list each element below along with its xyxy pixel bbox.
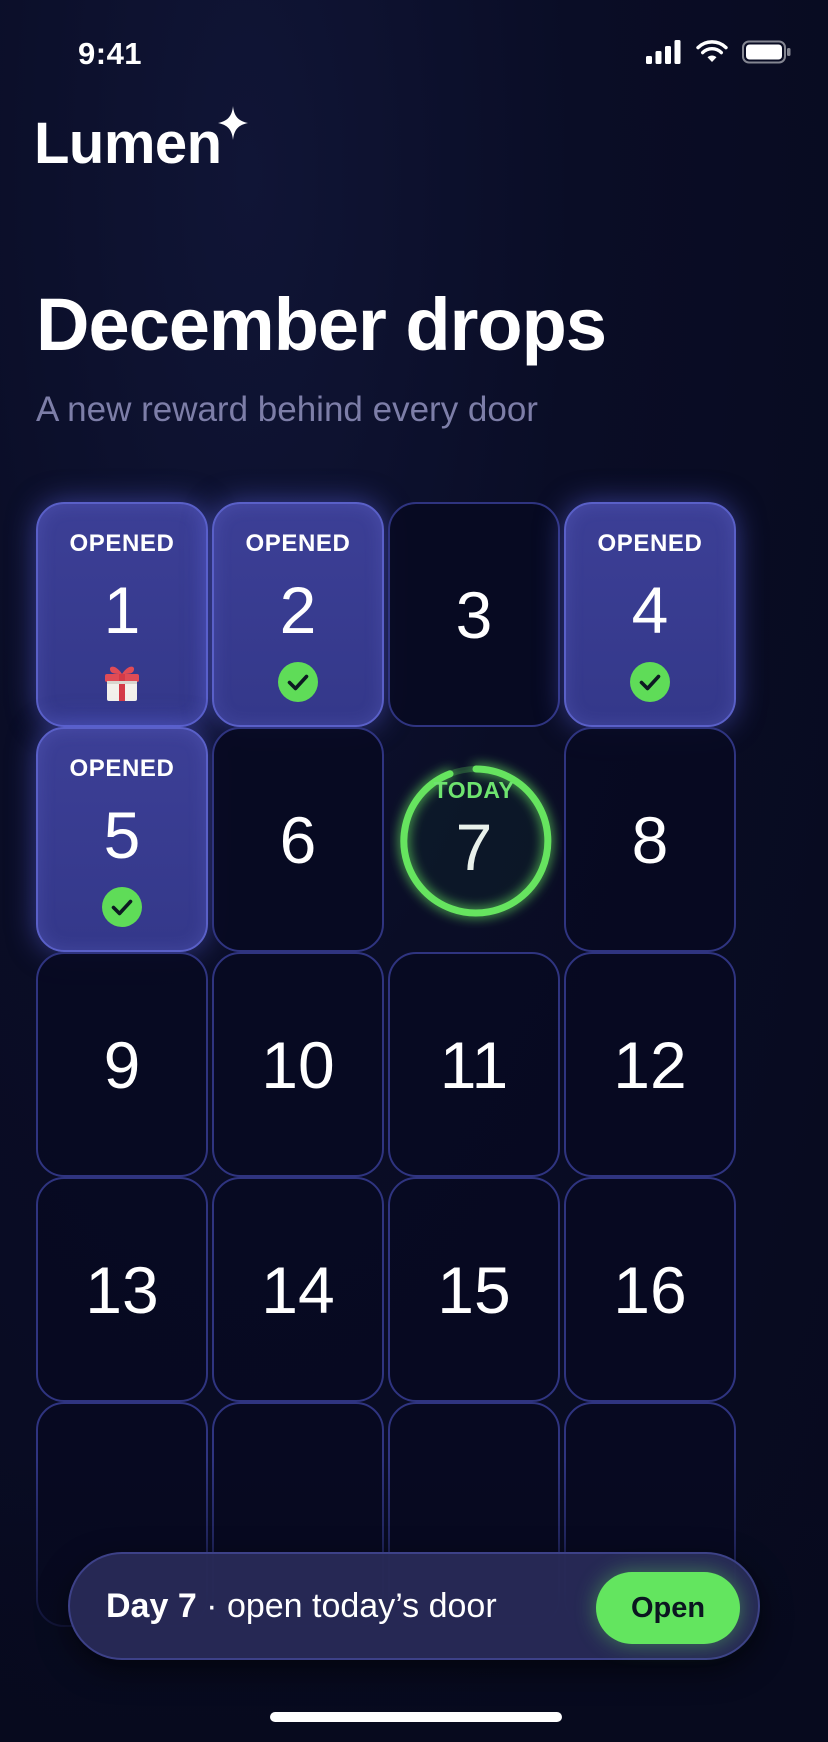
door-number: 6 <box>279 802 317 877</box>
door-10[interactable]: 10 <box>212 952 384 1177</box>
open-door-button[interactable]: Open <box>596 1572 740 1644</box>
door-8[interactable]: 8 <box>564 727 736 952</box>
door-5[interactable]: OPENED 5 <box>36 727 208 952</box>
door-12[interactable]: 12 <box>564 952 736 1177</box>
door-9[interactable]: 9 <box>36 952 208 1177</box>
door-number: 2 <box>279 572 317 647</box>
door-1[interactable]: OPENED 1 <box>36 502 208 727</box>
wifi-icon <box>696 40 728 64</box>
door-number: 4 <box>631 572 669 647</box>
door-number: 10 <box>261 1027 335 1102</box>
door-14[interactable]: 14 <box>212 1177 384 1402</box>
gift-icon <box>38 657 206 703</box>
door-number: 15 <box>437 1252 511 1327</box>
door-number: 12 <box>613 1027 687 1102</box>
battery-icon <box>742 40 792 64</box>
door-13[interactable]: 13 <box>36 1177 208 1402</box>
door-number: 11 <box>439 1027 509 1102</box>
door-3[interactable]: 3 <box>388 502 560 727</box>
check-icon <box>214 661 382 703</box>
sparkle-icon <box>217 106 248 145</box>
cta-bar: Day 7 · open today’s door Open <box>68 1552 760 1660</box>
cellular-signal-icon <box>646 40 682 64</box>
door-6[interactable]: 6 <box>212 727 384 952</box>
check-icon <box>566 661 734 703</box>
door-number: 14 <box>261 1252 335 1327</box>
cta-day: Day 7 <box>106 1586 197 1625</box>
page-subtitle: A new reward behind every door <box>36 390 538 429</box>
door-number: 16 <box>613 1252 687 1327</box>
door-status-label: OPENED <box>69 755 175 782</box>
status-bar: 9:41 <box>0 0 828 100</box>
door-number: 9 <box>103 1027 141 1102</box>
door-16[interactable]: 16 <box>564 1177 736 1402</box>
brand-name: Lumen <box>34 111 222 176</box>
door-11[interactable]: 11 <box>388 952 560 1177</box>
screen: 9:41 Lumen December drops A new reward b… <box>0 0 828 1742</box>
door-status-label: OPENED <box>245 530 351 557</box>
door-number: 1 <box>103 572 141 647</box>
today-progress-ring <box>400 765 552 917</box>
door-7[interactable]: TODAY7 <box>388 727 560 952</box>
door-status-label: OPENED <box>597 530 703 557</box>
door-number: 13 <box>85 1252 159 1327</box>
brand-logo: Lumen <box>34 106 248 176</box>
door-2[interactable]: OPENED 2 <box>212 502 384 727</box>
cta-text: Day 7 · open today’s door <box>106 1587 497 1626</box>
door-number: 8 <box>631 802 669 877</box>
cta-message: · open today’s door <box>196 1586 497 1625</box>
status-time: 9:41 <box>78 36 143 71</box>
page-title: December drops <box>36 283 607 366</box>
door-number: 5 <box>103 797 141 872</box>
door-status-label: OPENED <box>69 530 175 557</box>
status-icons <box>646 40 792 64</box>
home-indicator[interactable] <box>270 1712 562 1722</box>
check-icon <box>38 886 206 928</box>
door-status-label: TODAY <box>433 777 515 803</box>
door-number: 3 <box>455 577 493 652</box>
door-15[interactable]: 15 <box>388 1177 560 1402</box>
door-4[interactable]: OPENED 4 <box>564 502 736 727</box>
